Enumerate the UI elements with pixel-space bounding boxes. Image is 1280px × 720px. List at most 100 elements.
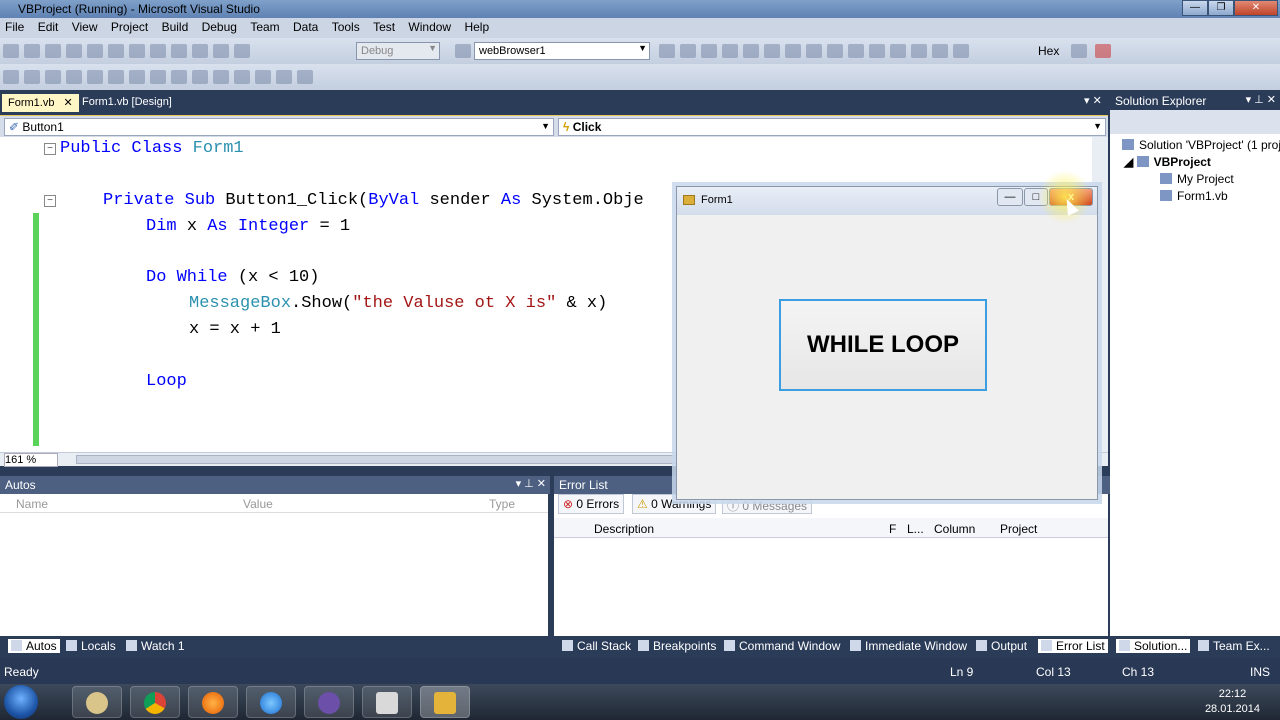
column-type[interactable]: Type xyxy=(489,497,515,511)
step-out-icon[interactable] xyxy=(953,44,969,58)
column-value[interactable]: Value xyxy=(243,497,273,511)
start-button[interactable] xyxy=(4,685,38,719)
form1-titlebar[interactable]: Form1 — □ x xyxy=(677,187,1097,215)
tab-overflow-icon[interactable]: ▾ ✕ xyxy=(1084,94,1102,107)
zoom-level[interactable]: 161 % xyxy=(4,453,58,467)
restart-icon[interactable] xyxy=(890,44,906,58)
continue-icon[interactable] xyxy=(827,44,843,58)
menu-test[interactable]: Test xyxy=(368,18,400,36)
bookmark-icon[interactable] xyxy=(255,70,271,84)
bookmark-next-icon[interactable] xyxy=(213,70,229,84)
toolbar-icon[interactable] xyxy=(659,44,675,58)
config-combo[interactable]: Debug ▼ xyxy=(356,42,440,60)
find-icon[interactable] xyxy=(455,44,471,58)
menu-window[interactable]: Window xyxy=(403,18,456,36)
paste-icon[interactable] xyxy=(150,44,166,58)
save-icon[interactable] xyxy=(66,44,82,58)
bookmark-icon[interactable] xyxy=(171,70,187,84)
bookmark-icon[interactable] xyxy=(276,70,292,84)
bookmark-prev-icon[interactable] xyxy=(192,70,208,84)
minimize-icon[interactable]: — xyxy=(1182,0,1208,16)
toolbar-icon[interactable] xyxy=(806,44,822,58)
undo-icon[interactable] xyxy=(171,44,187,58)
pause-icon[interactable] xyxy=(848,44,864,58)
toolbar-icon[interactable] xyxy=(3,70,19,84)
target-combo[interactable]: webBrowser1 ▼ xyxy=(474,42,650,60)
menu-file[interactable]: File xyxy=(0,18,29,36)
copy-icon[interactable] xyxy=(129,44,145,58)
column-project[interactable]: Project xyxy=(1000,522,1037,536)
toolbar-icon[interactable] xyxy=(785,44,801,58)
menu-edit[interactable]: Edit xyxy=(33,18,64,36)
column-column[interactable]: Column xyxy=(934,522,975,536)
toolbar-icon[interactable] xyxy=(1095,44,1111,58)
add-item-icon[interactable] xyxy=(24,44,40,58)
redo-icon[interactable] xyxy=(192,44,208,58)
tab-watch1[interactable]: Watch 1 xyxy=(126,639,185,653)
tab-autos[interactable]: Autos xyxy=(8,639,60,653)
chrome-app-button[interactable] xyxy=(130,686,180,718)
paint-app-button[interactable] xyxy=(72,686,122,718)
column-line[interactable]: L... xyxy=(907,522,924,536)
new-project-icon[interactable] xyxy=(3,44,19,58)
explorer-app-button[interactable] xyxy=(362,686,412,718)
tab-call-stack[interactable]: Call Stack xyxy=(562,639,631,653)
tree-my-project[interactable]: My Project xyxy=(1160,172,1234,186)
panel-controls-icon[interactable]: ▾ ⊥ ✕ xyxy=(1246,93,1276,106)
bookmark-icon[interactable] xyxy=(234,70,250,84)
tree-project[interactable]: ◢ VBProject xyxy=(1124,155,1211,169)
tree-form1[interactable]: Form1.vb xyxy=(1160,189,1228,203)
comment-icon[interactable] xyxy=(129,70,145,84)
close-icon[interactable]: ✕ xyxy=(1234,0,1278,16)
toolbar-icon[interactable] xyxy=(722,44,738,58)
toolbar-icon[interactable] xyxy=(66,70,82,84)
menu-data[interactable]: Data xyxy=(288,18,323,36)
column-description[interactable]: Description xyxy=(594,522,654,536)
open-icon[interactable] xyxy=(45,44,61,58)
minimize-icon[interactable]: — xyxy=(997,188,1023,206)
ie-app-button[interactable] xyxy=(246,686,296,718)
tab-immediate-window[interactable]: Immediate Window xyxy=(850,639,967,653)
menu-debug[interactable]: Debug xyxy=(197,18,242,36)
scroll-thumb[interactable] xyxy=(76,455,756,464)
menu-help[interactable]: Help xyxy=(459,18,494,36)
collapse-icon[interactable]: − xyxy=(44,143,56,155)
column-file[interactable]: F xyxy=(889,522,896,536)
restore-icon[interactable]: ❐ xyxy=(1208,0,1234,16)
bookmark-clear-icon[interactable] xyxy=(297,70,313,84)
tab-solution[interactable]: Solution... xyxy=(1116,639,1191,653)
column-name[interactable]: Name xyxy=(16,497,48,511)
collapse-icon[interactable]: − xyxy=(44,195,56,207)
cut-icon[interactable] xyxy=(108,44,124,58)
menu-project[interactable]: Project xyxy=(106,18,153,36)
system-clock[interactable]: 22:12 28.01.2014 xyxy=(1205,687,1260,717)
start-icon[interactable] xyxy=(234,44,250,58)
visual-studio-app-button[interactable] xyxy=(304,686,354,718)
toolbar-icon[interactable] xyxy=(680,44,696,58)
tab-team-explorer[interactable]: Team Ex... xyxy=(1198,639,1270,653)
stop-icon[interactable] xyxy=(869,44,885,58)
save-all-icon[interactable] xyxy=(87,44,103,58)
panel-controls-icon[interactable]: ▾ ⊥ ✕ xyxy=(516,477,546,490)
firefox-app-button[interactable] xyxy=(188,686,238,718)
step-over-icon[interactable] xyxy=(932,44,948,58)
form1-app-button[interactable] xyxy=(420,686,470,718)
tab-form1-design[interactable]: Form1.vb [Design] xyxy=(76,94,178,112)
tab-breakpoints[interactable]: Breakpoints xyxy=(638,639,716,653)
tree-solution[interactable]: Solution 'VBProject' (1 proj xyxy=(1122,138,1280,152)
while-loop-button[interactable]: WHILE LOOP xyxy=(779,299,987,391)
event-dropdown[interactable]: ϟ Click ▼ xyxy=(558,118,1106,136)
tab-locals[interactable]: Locals xyxy=(66,639,116,653)
tab-error-list[interactable]: Error List xyxy=(1038,639,1108,653)
errors-filter[interactable]: ⊗ 0 Errors xyxy=(558,494,625,514)
toolbar-icon[interactable] xyxy=(764,44,780,58)
tab-form1-vb[interactable]: Form1.vb ✕ xyxy=(2,94,79,112)
toolbar-icon[interactable] xyxy=(743,44,759,58)
tab-output[interactable]: Output xyxy=(976,639,1027,653)
toolbar-icon[interactable] xyxy=(701,44,717,58)
indent-icon[interactable] xyxy=(87,70,103,84)
menu-team[interactable]: Team xyxy=(245,18,284,36)
navigate-icon[interactable] xyxy=(213,44,229,58)
object-dropdown[interactable]: ✐ Button1 ▼ xyxy=(4,118,554,136)
uncomment-icon[interactable] xyxy=(150,70,166,84)
